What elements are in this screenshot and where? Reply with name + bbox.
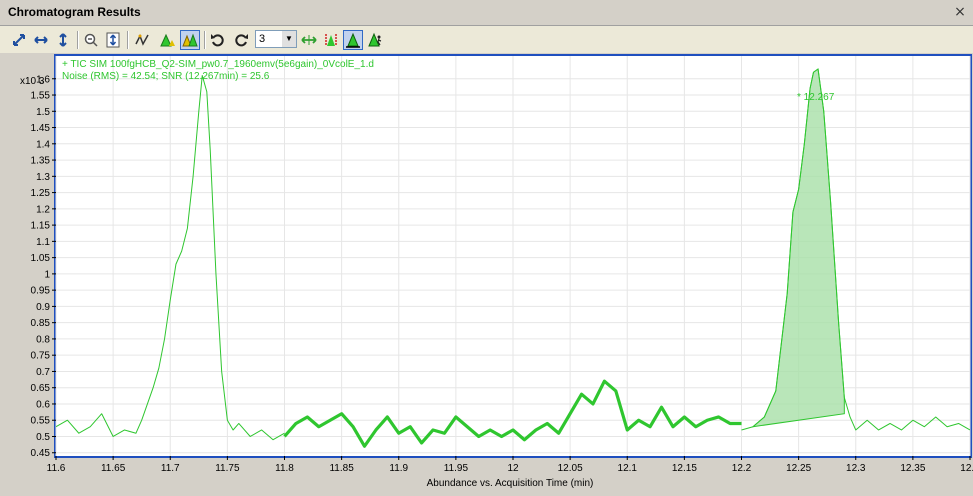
autoscale-y-icon[interactable] xyxy=(53,30,73,50)
y-tick-label: 0.75 xyxy=(31,351,51,362)
x-tick-label: 12.2 xyxy=(732,463,752,474)
redo-icon[interactable] xyxy=(231,30,251,50)
y-tick-label: 1.25 xyxy=(31,188,51,199)
y-axis: 0.45 0.5 0.55 0.6 0.65 0.7 0.75 0.8 0.85 0.9 0.95 1… xyxy=(31,74,56,459)
x-axis: 11.6 11.65 11.7 11.75 11.8 11.85 11.9 11.95 12 12… xyxy=(47,456,973,474)
peak-select-icon[interactable] xyxy=(343,30,363,50)
peak-label-icon[interactable] xyxy=(158,30,178,50)
y-tick-label: 0.95 xyxy=(31,286,51,297)
info-line-trace: + TIC SIM 100fgHCB_Q2-SIM_pw0.7_1960emv(… xyxy=(62,59,374,70)
toolbar xyxy=(0,27,973,53)
y-tick-label: 0.45 xyxy=(31,448,51,459)
x-tick-label: 12.35 xyxy=(900,463,925,474)
x-tick-label: 12.4 xyxy=(960,463,973,474)
x-tick-label: 12.15 xyxy=(672,463,697,474)
y-tick-label: 0.65 xyxy=(31,383,51,394)
y-tick-label: 1.05 xyxy=(31,253,51,264)
x-tick-label: 12.25 xyxy=(786,463,811,474)
x-tick-label: 11.9 xyxy=(389,463,408,474)
fit-y-icon[interactable] xyxy=(103,30,123,50)
y-tick-label: 1.15 xyxy=(31,221,51,232)
y-tick-label: 1.4 xyxy=(36,139,50,150)
info-line-noise: Noise (RMS) = 42.54; SNR (12.267min) = 2… xyxy=(62,71,270,82)
zoom-level-value: 3 xyxy=(259,33,266,45)
link-x-icon[interactable] xyxy=(299,30,319,50)
chevron-down-icon[interactable]: ▼ xyxy=(282,31,296,47)
x-tick-label: 12.05 xyxy=(558,463,583,474)
y-tick-label: 1.3 xyxy=(36,172,50,183)
undo-icon[interactable] xyxy=(208,30,228,50)
y-tick-label: 0.8 xyxy=(36,334,50,345)
x-tick-label: 11.7 xyxy=(161,463,180,474)
autoscale-x-icon[interactable] xyxy=(31,30,51,50)
y-tick-label: 1.2 xyxy=(36,204,50,215)
peak-run-icon[interactable] xyxy=(365,30,385,50)
x-tick-label: 11.75 xyxy=(215,463,240,474)
integrate-icon[interactable] xyxy=(132,30,152,50)
x-tick-label: 11.6 xyxy=(47,463,66,474)
y-tick-label: 0.6 xyxy=(36,399,50,410)
y-tick-label: 1.35 xyxy=(31,156,51,167)
y-tick-label: 1.45 xyxy=(31,123,51,134)
x-tick-label: 12 xyxy=(507,463,519,474)
peak-label: * 12.267 xyxy=(797,92,835,103)
zoom-level-select[interactable]: 3 ▼ xyxy=(255,30,297,48)
y-tick-label: 1 xyxy=(44,269,50,280)
y-tick-label: 0.85 xyxy=(31,318,51,329)
chromatogram-chart[interactable]: 0.45 0.5 0.55 0.6 0.65 0.7 0.75 0.8 0.85 0.9 0.95 1… xyxy=(0,53,973,496)
y-tick-label: 1.55 xyxy=(31,91,51,102)
close-icon[interactable]: × xyxy=(952,3,968,21)
x-tick-label: 12.3 xyxy=(846,463,866,474)
y-tick-label: 1.5 xyxy=(36,107,50,118)
x-tick-label: 11.8 xyxy=(275,463,294,474)
x-tick-label: 12.1 xyxy=(618,463,638,474)
manual-integrate-icon[interactable] xyxy=(321,30,341,50)
y-multiplier-label: x10 3 xyxy=(20,76,45,87)
x-tick-label: 11.95 xyxy=(444,463,469,474)
peak-fill-icon[interactable] xyxy=(180,30,200,50)
x-tick-label: 11.65 xyxy=(101,463,126,474)
x-tick-label: 11.85 xyxy=(329,463,354,474)
autoscale-xy-icon[interactable] xyxy=(9,30,29,50)
window-title: Chromatogram Results xyxy=(8,5,141,19)
y-tick-label: 0.55 xyxy=(31,416,51,427)
y-tick-label: 0.7 xyxy=(36,367,50,378)
y-tick-label: 0.9 xyxy=(36,302,50,313)
y-tick-label: 0.5 xyxy=(36,432,50,443)
y-tick-label: 1.1 xyxy=(36,237,50,248)
zoom-out-icon[interactable] xyxy=(81,30,101,50)
x-axis-label: Abundance vs. Acquisition Time (min) xyxy=(427,478,594,489)
window-title-bar: Chromatogram Results × xyxy=(0,0,973,26)
